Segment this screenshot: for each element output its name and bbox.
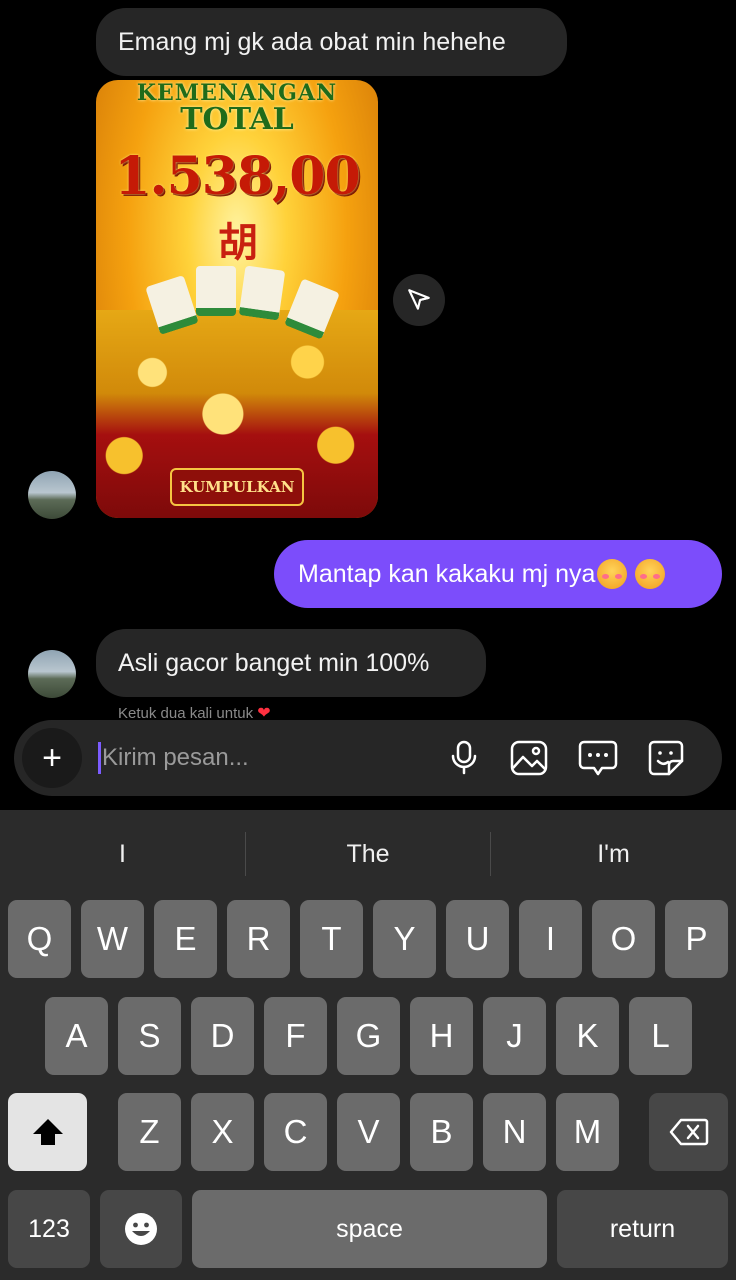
sticker-button[interactable] [644, 736, 688, 780]
return-key[interactable]: return [557, 1190, 728, 1268]
key-p[interactable]: P [665, 900, 728, 978]
space-key[interactable]: space [192, 1190, 547, 1268]
sender-avatar[interactable] [28, 471, 76, 519]
key-d[interactable]: D [191, 997, 254, 1075]
key-f[interactable]: F [264, 997, 327, 1075]
image-win-amount: 1.538,00 [114, 146, 360, 207]
share-button[interactable] [393, 274, 445, 326]
key-t[interactable]: T [300, 900, 363, 978]
key-c[interactable]: C [264, 1093, 327, 1171]
sender-avatar[interactable] [28, 650, 76, 698]
key-b[interactable]: B [410, 1093, 473, 1171]
key-n[interactable]: N [483, 1093, 546, 1171]
key-g[interactable]: G [337, 997, 400, 1075]
message-text: Mantap kan kakaku mj nya [298, 559, 596, 588]
key-m[interactable]: M [556, 1093, 619, 1171]
message-input-placeholder: Kirim pesan... [102, 744, 249, 771]
kissing-face-emoji-icon [597, 559, 628, 589]
key-v[interactable]: V [337, 1093, 400, 1171]
key-i[interactable]: I [519, 900, 582, 978]
outgoing-message-bubble[interactable]: Mantap kan kakaku mj nya [274, 540, 722, 608]
voice-message-button[interactable] [442, 736, 486, 780]
emoji-icon [125, 1213, 157, 1245]
suggestion-1[interactable]: I [0, 830, 245, 878]
hint-text: Ketuk dua kali untuk [118, 705, 254, 720]
image-glyph: 胡 [218, 219, 258, 266]
suggestion-2[interactable]: The [246, 830, 490, 878]
kissing-face-emoji-icon [635, 559, 666, 589]
sticker-icon [648, 740, 684, 776]
on-screen-keyboard: I The I'm Q W E R T Y U I O P A S D F G … [0, 810, 736, 1280]
message-input[interactable]: Kirim pesan... [98, 736, 428, 780]
shift-arrow-icon [32, 1119, 63, 1145]
key-y[interactable]: Y [373, 900, 436, 978]
suggestion-3[interactable]: I'm [491, 830, 736, 878]
numbers-key[interactable]: 123 [8, 1190, 90, 1268]
emoji-key[interactable] [100, 1190, 182, 1268]
message-text: Emang mj gk ada obat min hehehe [118, 27, 506, 56]
message-text: Asli gacor banget min 100% [118, 648, 430, 677]
backspace-key[interactable] [649, 1093, 728, 1171]
incoming-message-bubble[interactable]: Asli gacor banget min 100% [96, 629, 486, 697]
key-l[interactable]: L [629, 997, 692, 1075]
shared-image-message[interactable]: KEMENANGAN TOTAL 1.538,00 胡 KUMPULKAN [96, 80, 378, 518]
key-j[interactable]: J [483, 997, 546, 1075]
microphone-icon [451, 740, 477, 775]
heart-icon: ❤ [257, 705, 271, 720]
key-q[interactable]: Q [8, 900, 71, 978]
image-icon [510, 740, 548, 776]
add-attachment-button[interactable]: + [22, 728, 82, 788]
shift-key[interactable] [8, 1093, 87, 1171]
text-caret [98, 742, 101, 774]
key-k[interactable]: K [556, 997, 619, 1075]
key-r[interactable]: R [227, 900, 290, 978]
backspace-icon [669, 1118, 708, 1146]
key-h[interactable]: H [410, 997, 473, 1075]
chat-bubble-icon [578, 740, 618, 776]
chat-options-button[interactable] [576, 736, 620, 780]
key-s[interactable]: S [118, 997, 181, 1075]
key-u[interactable]: U [446, 900, 509, 978]
image-banner-line2: TOTAL [180, 102, 294, 137]
message-composer: + Kirim pesan... [14, 720, 722, 796]
key-z[interactable]: Z [118, 1093, 181, 1171]
incoming-message-bubble[interactable]: Emang mj gk ada obat min hehehe [96, 8, 567, 76]
key-o[interactable]: O [592, 900, 655, 978]
mahjong-tile [196, 266, 236, 316]
double-tap-hint: Ketuk dua kali untuk ❤ [118, 704, 271, 720]
key-e[interactable]: E [154, 900, 217, 978]
gallery-button[interactable] [507, 736, 551, 780]
key-a[interactable]: A [45, 997, 108, 1075]
key-w[interactable]: W [81, 900, 144, 978]
send-icon [408, 289, 430, 310]
key-x[interactable]: X [191, 1093, 254, 1171]
collect-button-in-image: KUMPULKAN [170, 468, 304, 506]
mahjong-tile [238, 265, 286, 321]
